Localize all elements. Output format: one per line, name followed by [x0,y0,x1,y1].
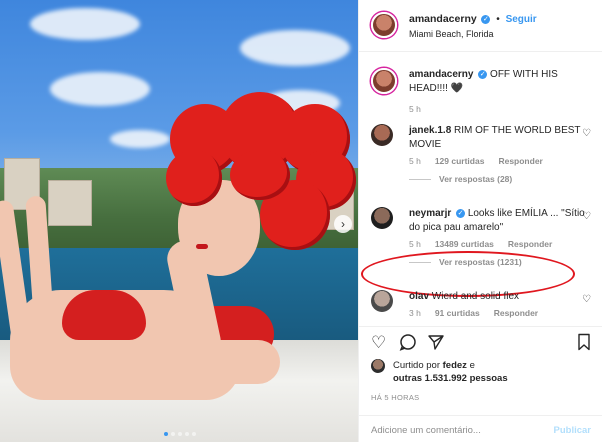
avatar[interactable] [371,12,397,38]
comment-time: 5 h [409,239,421,249]
cloud [50,72,150,106]
liked-by-user[interactable]: fedez [443,360,467,371]
view-replies-button[interactable]: Ver respostas (28) [409,174,593,184]
building [48,180,92,226]
comment-username[interactable]: neymarjr [409,208,451,219]
caption-username[interactable]: amandacerny [409,69,473,80]
comment-likes[interactable]: 91 curtidas [435,308,480,318]
avatar[interactable] [371,290,393,312]
publish-button[interactable]: Publicar [554,425,592,436]
comment-likes[interactable]: 129 curtidas [435,156,485,166]
heart-icon[interactable]: ♡ [582,128,591,139]
view-replies-label: Ver respostas (28) [439,174,513,184]
caption-time: 5 h [409,104,421,114]
hair [230,150,290,200]
bikini-bottom [62,290,146,340]
verified-badge-icon: ✓ [481,14,491,24]
cloud [30,8,140,40]
comment-time: 3 h [409,308,421,318]
bookmark-icon[interactable] [577,333,591,356]
comment-bubble-icon[interactable] [399,333,417,356]
action-bar: ♡ [371,333,591,355]
comment-username[interactable]: olav [409,291,429,302]
reply-button[interactable]: Responder [494,308,538,318]
avatar [371,359,385,373]
list-item: janek.1.8 RIM OF THE WORLD BEST MOVIE ♡ … [371,124,593,184]
carousel-dot [171,432,175,436]
post-header: amandacerny ✓ • Seguir Miami Beach, Flor… [359,0,602,52]
lips [196,244,208,249]
avatar[interactable] [371,124,393,146]
post-photo[interactable]: › [0,0,358,442]
post-actions: ♡ Curtido por fedez e outras 1.531.992 p… [359,326,602,442]
carousel-indicator [164,432,196,436]
hair [166,150,222,206]
carousel-dot [164,432,168,436]
comments-list[interactable]: amandacerny ✓ OFF WITH HIS HEAD!!!! 🖤 5 … [359,52,602,322]
cloud [240,30,350,66]
verified-badge-icon: ✓ [478,69,488,79]
divider [409,178,431,180]
heart-icon[interactable]: ♡ [582,211,591,222]
post-timestamp: HÁ 5 HORAS [371,393,420,402]
post-side-panel: amandacerny ✓ • Seguir Miami Beach, Flor… [358,0,602,442]
avatar[interactable] [371,207,393,229]
header-separator: • [496,14,500,25]
heart-icon[interactable]: ♡ [582,294,591,305]
chevron-right-icon: › [341,217,345,231]
comment-text: Wierd and solid flex [431,291,520,302]
location-link[interactable]: Miami Beach, Florida [409,29,494,39]
paper-plane-icon[interactable] [427,333,445,356]
comment-input[interactable] [371,425,541,436]
verified-badge-icon: ✓ [456,208,466,218]
comment-time: 5 h [409,156,421,166]
reply-button[interactable]: Responder [508,239,552,249]
next-photo-button[interactable]: › [334,215,352,233]
post-author-username[interactable]: amandacerny [409,13,477,25]
follow-button[interactable]: Seguir [506,14,537,25]
carousel-dot [192,432,196,436]
reply-button[interactable]: Responder [498,156,542,166]
liked-by-connector: e [469,360,475,371]
list-item: olav Wierd and solid flex ♡ 3 h 91 curti… [371,290,593,318]
carousel-dot [185,432,189,436]
heart-icon[interactable]: ♡ [371,333,386,353]
avatar[interactable] [371,68,397,94]
comment-username[interactable]: janek.1.8 [409,125,451,136]
liked-by[interactable]: Curtido por fedez e outras 1.531.992 pes… [371,359,508,385]
comment-likes[interactable]: 13489 curtidas [435,239,494,249]
liked-by-prefix: Curtido por [393,360,440,371]
caption: amandacerny ✓ OFF WITH HIS HEAD!!!! 🖤 5 … [371,68,593,114]
carousel-dot [178,432,182,436]
cloud [110,130,170,148]
add-comment-bar: Publicar [359,415,602,442]
liked-by-others[interactable]: outras 1.531.992 pessoas [393,373,508,384]
